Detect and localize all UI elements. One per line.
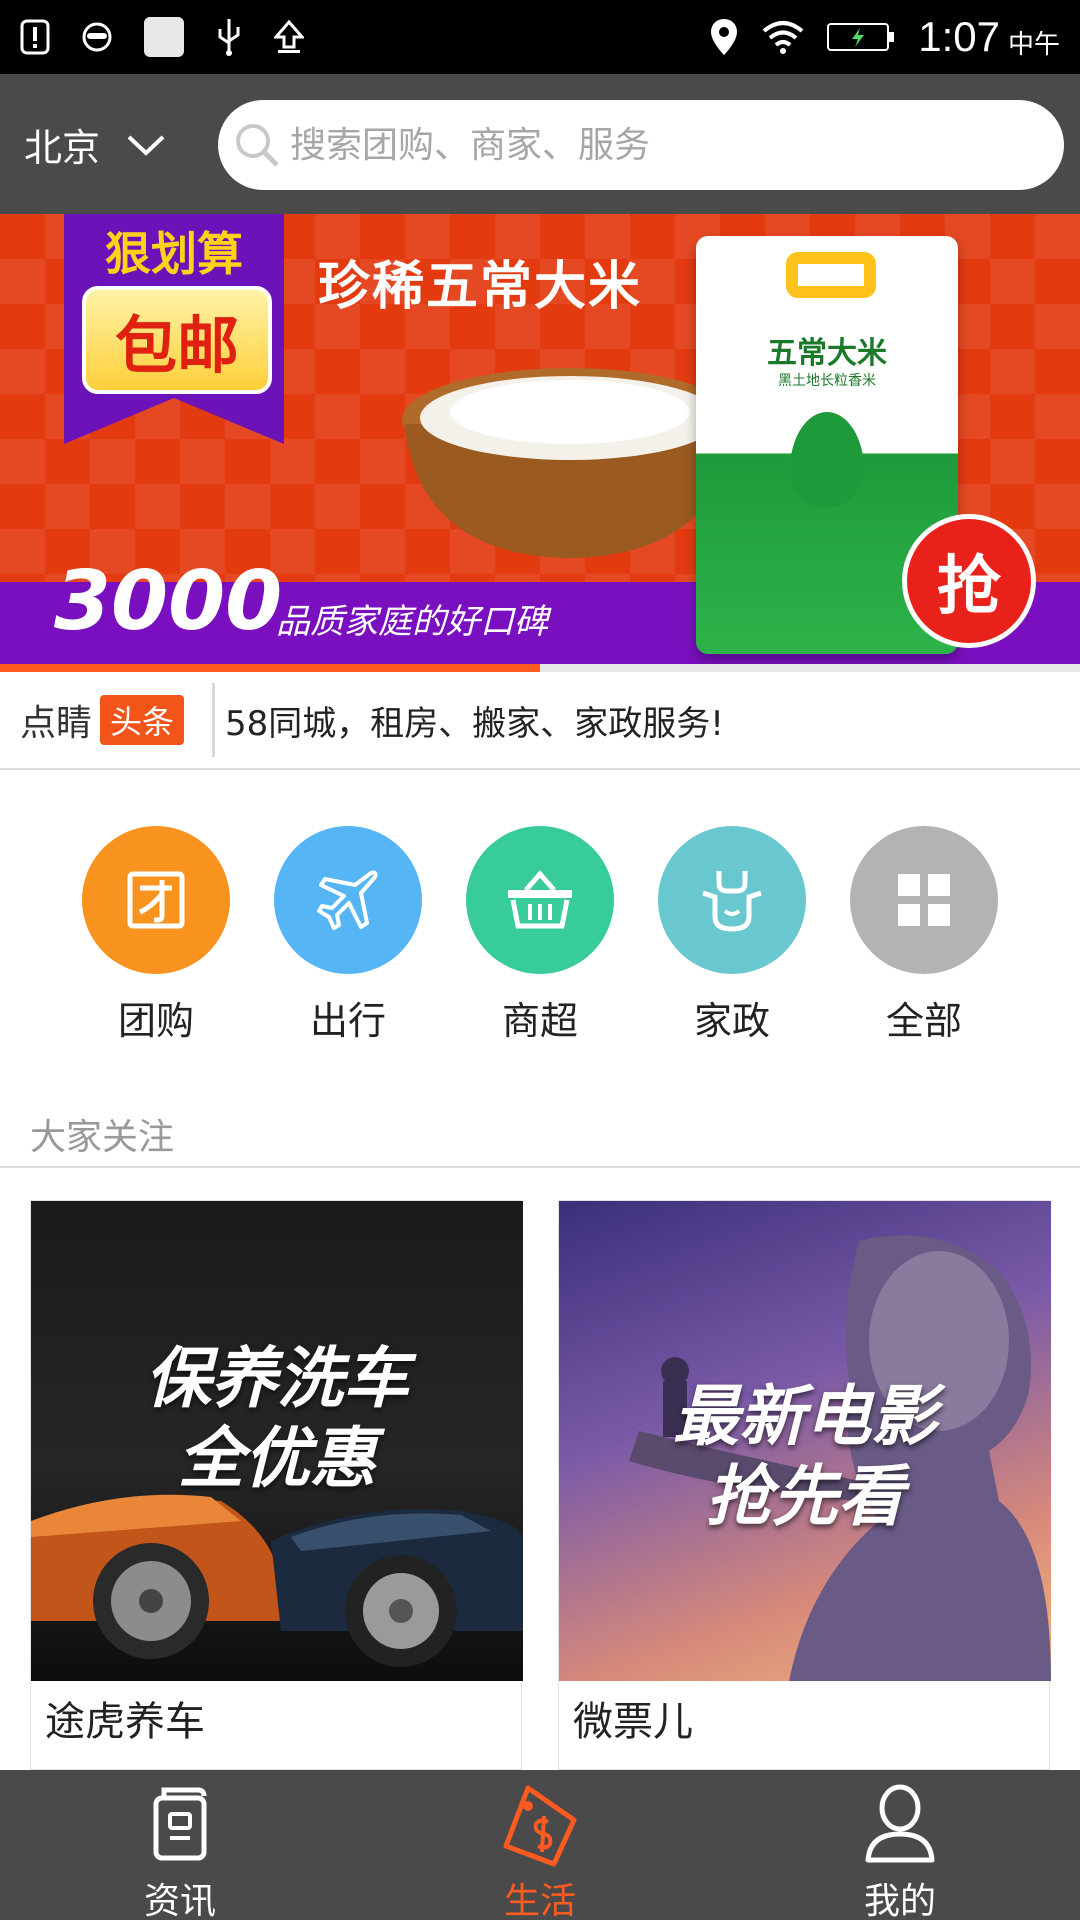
basket-icon <box>508 870 572 929</box>
status-time: 1:07 <box>918 13 1000 60</box>
category-label: 全部 <box>885 999 962 1043</box>
category-grid: 团购 出行 商超 家政 全部 <box>0 826 1080 1046</box>
banner-free-shipping: 包邮 <box>82 286 272 394</box>
category-travel[interactable]: 出行 <box>248 826 448 1045</box>
headline-brand-text: 点睛 <box>20 703 93 744</box>
user-icon <box>865 1784 935 1863</box>
rice-bowl-image <box>402 368 738 558</box>
city-label: 北京 <box>24 125 101 170</box>
bottom-nav: 资讯 生活 我的 <box>0 1770 1080 1920</box>
apron-icon <box>702 871 762 932</box>
nav-tab-mine[interactable]: 我的 <box>720 1770 1080 1920</box>
category-label: 团购 <box>117 999 194 1043</box>
category-circle <box>274 826 422 974</box>
category-circle <box>658 826 806 974</box>
headline-ticker[interactable]: 点睛 头条 58同城，租房、搬家、家政服务! <box>0 672 1080 770</box>
card-image-text-2: 全优惠 <box>178 1420 376 1497</box>
section-title: 大家关注 <box>30 1117 175 1158</box>
headline-message[interactable]: 58同城，租房、搬家、家政服务! <box>225 696 724 745</box>
nav-tab-news[interactable]: 资讯 <box>0 1770 360 1920</box>
bag-title: 五常大米 <box>767 336 887 371</box>
search-input[interactable] <box>290 124 990 166</box>
card-image-text-2: 抢先看 <box>706 1458 904 1535</box>
search-bar[interactable] <box>218 100 1064 190</box>
banner-indicator <box>0 664 1080 672</box>
card-title: 微票儿 <box>573 1699 693 1745</box>
category-label: 出行 <box>309 999 386 1043</box>
grid-icon <box>898 874 950 926</box>
category-supermarket[interactable]: 商超 <box>440 826 640 1045</box>
location-icon <box>711 19 738 55</box>
category-all[interactable]: 全部 <box>824 826 1024 1045</box>
group-buy-icon <box>127 871 185 929</box>
grab-button[interactable]: 抢 <box>902 514 1036 648</box>
header: 北京 <box>0 74 1080 214</box>
category-circle <box>850 826 998 974</box>
wifi-icon <box>762 21 804 54</box>
card-image: 最新电影 抢先看 <box>559 1201 1051 1681</box>
status-bar: 1:07 中午 <box>0 0 1080 74</box>
headline-tag: 头条 <box>100 695 185 745</box>
banner-indicator-fill <box>0 664 540 672</box>
card-image: 保养洗车 全优惠 <box>31 1201 523 1681</box>
water-drop-icon <box>790 412 864 508</box>
featured-card-car[interactable]: 保养洗车 全优惠 途虎养车 <box>30 1200 523 1770</box>
promo-banner[interactable]: 狠划算 包邮 珍稀五常大米 五常大米 黑土地长粒香米 抢 3000 品质家庭的好… <box>0 214 1080 664</box>
app-square-icon <box>144 17 184 57</box>
life-tag-icon <box>503 1785 577 1867</box>
category-label: 商超 <box>501 999 578 1043</box>
banner-number: 3000 <box>54 554 283 649</box>
chevron-down-icon <box>127 135 165 156</box>
alert-icon <box>20 19 50 55</box>
featured-card-movie[interactable]: 最新电影 抢先看 微票儿 <box>558 1200 1051 1770</box>
search-icon <box>236 124 279 167</box>
category-label: 家政 <box>693 999 770 1043</box>
status-left-icons <box>20 12 304 62</box>
banner-number-caption: 品质家庭的好口碑 <box>276 602 548 642</box>
status-ampm: 中午 <box>1007 29 1060 60</box>
ticker-divider <box>212 683 216 757</box>
battery-icon <box>827 23 895 51</box>
status-right-icons: 1:07 中午 <box>708 10 1060 64</box>
nav-tab-life[interactable]: 生活 <box>360 1770 720 1920</box>
upload-icon <box>274 19 304 53</box>
section-divider <box>0 1166 1080 1168</box>
news-icon <box>153 1787 207 1861</box>
sunglasses-icon <box>82 22 112 52</box>
usb-icon <box>218 19 240 56</box>
card-title: 途虎养车 <box>45 1699 205 1745</box>
category-circle <box>466 826 614 974</box>
category-group-buy[interactable]: 团购 <box>56 826 256 1045</box>
nav-label: 资讯 <box>143 1881 216 1920</box>
headline-brand: 点睛 头条 <box>20 694 185 746</box>
card-image-text-1: 保养洗车 <box>145 1340 409 1417</box>
airplane-icon <box>317 870 378 930</box>
nav-label: 我的 <box>863 1881 936 1920</box>
banner-ribbon-text: 狠划算 <box>105 227 243 281</box>
city-selector[interactable]: 北京 <box>24 116 166 172</box>
category-housekeeping[interactable]: 家政 <box>632 826 832 1045</box>
banner-title: 珍稀五常大米 <box>318 257 643 317</box>
category-circle <box>82 826 230 974</box>
card-image-text-1: 最新电影 <box>673 1378 937 1455</box>
bag-subtitle: 黑土地长粒香米 <box>778 373 876 389</box>
nav-label: 生活 <box>503 1881 576 1920</box>
